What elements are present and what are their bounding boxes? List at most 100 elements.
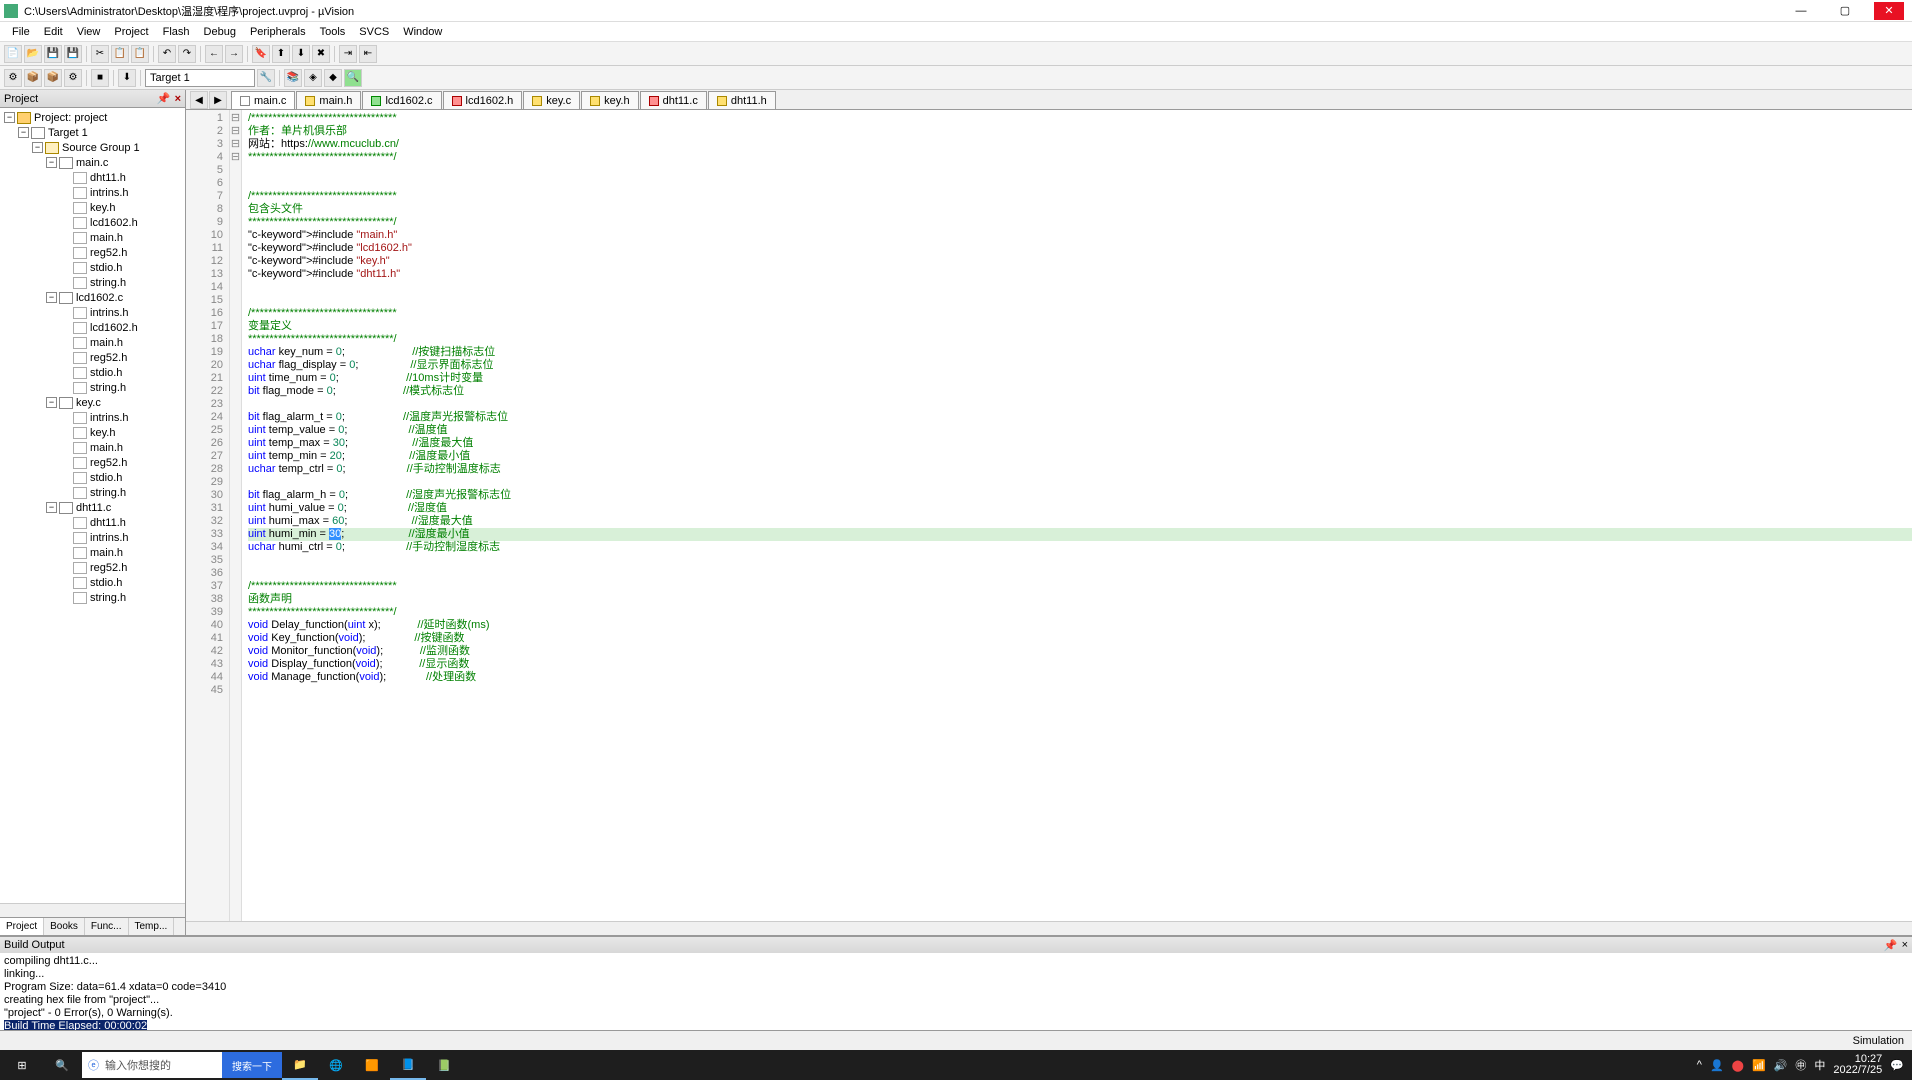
baidu-search-button[interactable]: 搜索一下 (222, 1052, 282, 1078)
expand-icon[interactable]: − (46, 157, 57, 168)
tab-project[interactable]: Project (0, 918, 44, 935)
tree-file-key-c[interactable]: −key.c (0, 395, 185, 410)
file-tab-key-h[interactable]: key.h (581, 91, 638, 109)
code-line-40[interactable]: void Delay_function(uint x); //延时函数(ms) (248, 619, 1912, 632)
search-icon[interactable]: 🔍 (42, 1050, 82, 1080)
file-tab-dht11-c[interactable]: dht11.c (640, 91, 707, 109)
tab-templates[interactable]: Temp... (129, 918, 175, 935)
expand-icon[interactable]: − (4, 112, 15, 123)
batch-build-button[interactable]: ⚙ (64, 69, 82, 87)
code-editor[interactable]: 1234567891011121314151617181920212223242… (186, 110, 1912, 921)
code-line-3[interactable]: 网站：https://www.mcuclub.cn/ (248, 138, 1912, 151)
rebuild-button[interactable]: 📦 (44, 69, 62, 87)
tab-functions[interactable]: Func... (85, 918, 129, 935)
code-line-29[interactable] (248, 476, 1912, 489)
tree-source-group[interactable]: −Source Group 1 (0, 140, 185, 155)
menu-project[interactable]: Project (108, 24, 154, 40)
translate-button[interactable]: ⚙ (4, 69, 22, 87)
tray-volume-icon[interactable]: 🔊 (1774, 1059, 1788, 1072)
tree-header-main-h[interactable]: main.h (0, 230, 185, 245)
file-tab-dht11-h[interactable]: dht11.h (708, 91, 776, 109)
clock[interactable]: 10:27 2022/7/25 (1833, 1054, 1882, 1076)
minimize-button[interactable]: — (1786, 2, 1816, 20)
search-box[interactable]: ⓔ 输入你想搜的 (82, 1052, 222, 1078)
tree-header-string-h[interactable]: string.h (0, 275, 185, 290)
bookmark-button[interactable]: 🔖 (252, 45, 270, 63)
tray-ime2-icon[interactable]: 中 (1814, 1057, 1825, 1073)
code-line-31[interactable]: uint humi_value = 0; //湿度值 (248, 502, 1912, 515)
code-line-25[interactable]: uint temp_value = 0; //温度值 (248, 424, 1912, 437)
code-line-37[interactable]: /********************************** (248, 580, 1912, 593)
expand-icon[interactable]: − (46, 502, 57, 513)
tree-header-lcd1602-h[interactable]: lcd1602.h (0, 320, 185, 335)
expand-icon[interactable]: − (46, 292, 57, 303)
code-line-8[interactable]: 包含头文件 (248, 203, 1912, 216)
tree-target[interactable]: −Target 1 (0, 125, 185, 140)
tree-header-stdio-h[interactable]: stdio.h (0, 575, 185, 590)
tree-header-string-h[interactable]: string.h (0, 590, 185, 605)
tree-header-stdio-h[interactable]: stdio.h (0, 365, 185, 380)
project-tree[interactable]: −Project: project−Target 1−Source Group … (0, 108, 185, 903)
code-line-35[interactable] (248, 554, 1912, 567)
bookmark-prev-button[interactable]: ⬆ (272, 45, 290, 63)
redo-button[interactable]: ↷ (178, 45, 196, 63)
nav-back-button[interactable]: ← (205, 45, 223, 63)
code-line-44[interactable]: void Manage_function(void); //处理函数 (248, 671, 1912, 684)
tree-header-reg52-h[interactable]: reg52.h (0, 245, 185, 260)
menu-tools[interactable]: Tools (314, 24, 352, 40)
new-file-button[interactable]: 📄 (4, 45, 22, 63)
tree-header-string-h[interactable]: string.h (0, 380, 185, 395)
tree-header-dht11-h[interactable]: dht11.h (0, 170, 185, 185)
fold-column[interactable]: ⊟⊟⊟⊟ (230, 110, 242, 921)
menu-view[interactable]: View (71, 24, 107, 40)
target-selector[interactable] (145, 69, 255, 87)
tree-header-main-h[interactable]: main.h (0, 440, 185, 455)
save-all-button[interactable]: 💾 (64, 45, 82, 63)
manage-books-button[interactable]: 📚 (284, 69, 302, 87)
tree-project-root[interactable]: −Project: project (0, 110, 185, 125)
tree-header-dht11-h[interactable]: dht11.h (0, 515, 185, 530)
save-button[interactable]: 💾 (44, 45, 62, 63)
menu-peripherals[interactable]: Peripherals (244, 24, 312, 40)
file-tab-lcd1602-c[interactable]: lcd1602.c (362, 91, 441, 109)
menu-flash[interactable]: Flash (157, 24, 196, 40)
code-line-28[interactable]: uchar temp_ctrl = 0; //手动控制温度标志 (248, 463, 1912, 476)
panel-close-icon[interactable]: × (1902, 939, 1908, 951)
project-hscroll[interactable] (0, 903, 185, 917)
outdent-button[interactable]: ⇤ (359, 45, 377, 63)
tray-people-icon[interactable]: 👤 (1710, 1059, 1724, 1072)
tree-header-reg52-h[interactable]: reg52.h (0, 560, 185, 575)
tray-record-icon[interactable]: ⬤ (1732, 1059, 1744, 1072)
tree-header-intrins-h[interactable]: intrins.h (0, 185, 185, 200)
build-button[interactable]: 📦 (24, 69, 42, 87)
tree-file-main-c[interactable]: −main.c (0, 155, 185, 170)
code-line-17[interactable]: 变量定义 (248, 320, 1912, 333)
target-options-button[interactable]: 🔧 (257, 69, 275, 87)
stop-build-button[interactable]: ■ (91, 69, 109, 87)
code-line-14[interactable] (248, 281, 1912, 294)
bookmark-clear-button[interactable]: ✖ (312, 45, 330, 63)
menu-edit[interactable]: Edit (38, 24, 69, 40)
code-line-2[interactable]: 作者：单片机俱乐部 (248, 125, 1912, 138)
code-line-19[interactable]: uchar key_num = 0; //按键扫描标志位 (248, 346, 1912, 359)
copy-button[interactable]: 📋 (111, 45, 129, 63)
code-line-18[interactable]: **********************************/ (248, 333, 1912, 346)
code-line-1[interactable]: /********************************** (248, 112, 1912, 125)
tray-chevron-icon[interactable]: ^ (1697, 1059, 1702, 1071)
code-line-15[interactable] (248, 294, 1912, 307)
code-line-12[interactable]: "c-keyword">#include "key.h" (248, 255, 1912, 268)
bookmark-next-button[interactable]: ⬇ (292, 45, 310, 63)
tree-header-reg52-h[interactable]: reg52.h (0, 350, 185, 365)
expand-icon[interactable]: − (32, 142, 43, 153)
code-line-36[interactable] (248, 567, 1912, 580)
task-uvision[interactable]: 📘 (390, 1050, 426, 1080)
tree-header-string-h[interactable]: string.h (0, 485, 185, 500)
code-content[interactable]: /**********************************作者：单片… (242, 110, 1912, 921)
code-line-22[interactable]: bit flag_mode = 0; //模式标志位 (248, 385, 1912, 398)
code-line-45[interactable] (248, 684, 1912, 697)
manage-rte-button[interactable]: ◆ (324, 69, 342, 87)
tree-file-lcd1602-c[interactable]: −lcd1602.c (0, 290, 185, 305)
notification-icon[interactable]: 💬 (1890, 1059, 1904, 1072)
close-button[interactable]: ✕ (1874, 2, 1904, 20)
code-line-7[interactable]: /********************************** (248, 190, 1912, 203)
